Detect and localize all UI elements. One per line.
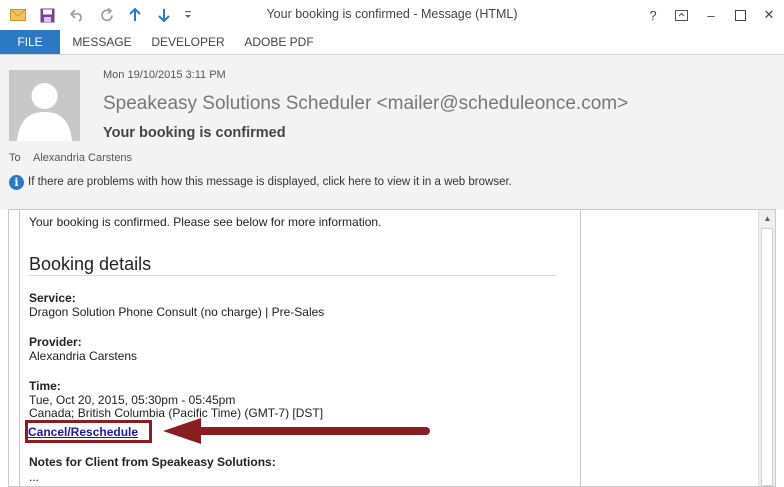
window-title: Your booking is confirmed - Message (HTM… <box>266 7 518 21</box>
provider-label: Provider: <box>29 335 82 349</box>
to-label: To <box>9 152 21 164</box>
tab-file[interactable]: FILE <box>0 30 60 54</box>
tab-developer[interactable]: DEVELOPER <box>148 30 228 54</box>
booking-details-heading: Booking details <box>29 254 152 274</box>
info-bar[interactable]: If there are problems with how this mess… <box>28 176 512 188</box>
time-label: Time: <box>29 379 61 393</box>
sender-name[interactable]: Speakeasy Solutions Scheduler <mailer@sc… <box>103 93 628 115</box>
minimize-button[interactable]: – <box>698 4 724 26</box>
message-date: Mon 19/10/2015 3:11 PM <box>103 69 226 81</box>
vertical-scrollbar[interactable]: ▲ <box>758 210 775 486</box>
close-button[interactable]: ✕ <box>756 4 782 26</box>
scrollbar-thumb[interactable] <box>761 228 773 486</box>
message-header: Mon 19/10/2015 3:11 PM Speakeasy Solutio… <box>0 54 784 210</box>
ribbon-tabs: FILE MESSAGE DEVELOPER ADOBE PDF <box>0 30 784 54</box>
message-subject: Your booking is confirmed <box>103 125 286 141</box>
time-value: Tue, Oct 20, 2015, 05:30pm - 05:45pm <box>29 393 236 407</box>
ribbon-display-options-icon[interactable] <box>668 4 694 26</box>
intro-text: Your booking is confirmed. Please see be… <box>29 215 382 229</box>
service-value: Dragon Solution Phone Consult (no charge… <box>29 305 325 319</box>
service-label: Service: <box>29 291 76 305</box>
tab-message[interactable]: MESSAGE <box>66 30 138 54</box>
notes-label: Notes for Client from Speakeasy Solution… <box>29 455 276 469</box>
cancel-reschedule-link[interactable]: Cancel/Reschedule <box>28 425 138 439</box>
divider <box>29 275 556 276</box>
scroll-up-icon[interactable]: ▲ <box>759 210 775 227</box>
annotation-arrow-icon <box>163 418 430 444</box>
help-button[interactable]: ? <box>640 4 666 26</box>
title-bar: Your booking is confirmed - Message (HTM… <box>0 0 784 30</box>
info-icon: i <box>9 175 24 190</box>
tab-adobe-pdf[interactable]: ADOBE PDF <box>238 30 320 54</box>
maximize-button[interactable] <box>727 4 753 26</box>
to-recipient[interactable]: Alexandria Carstens <box>33 152 132 164</box>
message-body: Your booking is confirmed. Please see be… <box>8 209 776 487</box>
provider-value: Alexandria Carstens <box>29 349 138 363</box>
notes-value: ... <box>29 470 40 484</box>
sender-avatar <box>9 70 80 141</box>
